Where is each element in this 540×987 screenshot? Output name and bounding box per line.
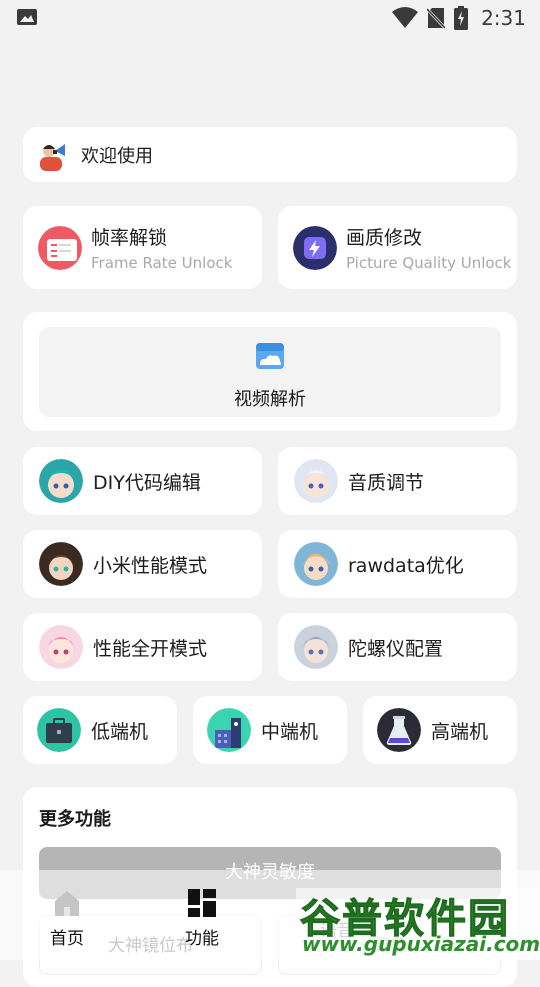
mid-range-card[interactable]: 中端机 bbox=[193, 696, 347, 764]
sound-quality-label: 音质调节 bbox=[348, 471, 425, 494]
watermark: 谷普软件园 www.gupuxiazai.com bbox=[296, 888, 540, 960]
rawdata-optimize-label: rawdata优化 bbox=[348, 554, 464, 577]
anime-avatar-silver-hair-icon bbox=[294, 625, 338, 669]
frame-rate-icon bbox=[38, 225, 82, 270]
picture-quality-card[interactable]: 画质修改 Picture Quality Unlock bbox=[278, 206, 517, 289]
rawdata-optimize-card[interactable]: rawdata优化 bbox=[278, 530, 517, 598]
welcome-label: 欢迎使用 bbox=[81, 145, 153, 167]
low-end-card[interactable]: 低端机 bbox=[23, 696, 177, 764]
battery-charging-icon bbox=[454, 6, 469, 30]
video-parse-button[interactable]: 视频解析 bbox=[39, 327, 501, 417]
welcome-card[interactable]: 欢迎使用 bbox=[23, 127, 517, 182]
diy-code-edit-card[interactable]: DIY代码编辑 bbox=[23, 447, 262, 515]
picture-quality-title: 画质修改 bbox=[346, 227, 423, 249]
more-features-title: 更多功能 bbox=[39, 809, 111, 830]
frame-rate-title: 帧率解锁 bbox=[91, 227, 168, 249]
diy-code-edit-label: DIY代码编辑 bbox=[93, 471, 201, 494]
xiaomi-performance-card[interactable]: 小米性能模式 bbox=[23, 530, 262, 598]
dashboard-icon bbox=[188, 889, 216, 917]
anime-avatar-brown-hair-icon bbox=[39, 542, 83, 586]
sound-quality-card[interactable]: 音质调节 bbox=[278, 447, 517, 515]
status-time: 2:31 bbox=[481, 6, 526, 30]
image-notification-icon bbox=[17, 9, 37, 25]
high-end-card[interactable]: 高端机 bbox=[363, 696, 517, 764]
picture-quality-subtitle: Picture Quality Unlock bbox=[346, 254, 512, 272]
watermark-url: www.gupuxiazai.com bbox=[302, 932, 540, 956]
gyroscope-config-card[interactable]: 陀螺仪配置 bbox=[278, 613, 517, 681]
no-sim-icon bbox=[427, 7, 446, 29]
wifi-icon bbox=[392, 7, 419, 28]
anime-avatar-pink-hair-icon bbox=[39, 625, 83, 669]
status-bar: 2:31 bbox=[0, 0, 540, 36]
picture-quality-icon bbox=[293, 225, 337, 270]
building-icon bbox=[207, 708, 251, 752]
frame-rate-subtitle: Frame Rate Unlock bbox=[91, 254, 233, 272]
xiaomi-performance-label: 小米性能模式 bbox=[93, 554, 208, 577]
anime-avatar-white-hair-icon bbox=[294, 459, 338, 503]
video-parse-card: 视频解析 bbox=[23, 312, 517, 431]
anime-avatar-blonde-icon bbox=[294, 542, 338, 586]
gyroscope-config-label: 陀螺仪配置 bbox=[348, 637, 444, 660]
welcome-megaphone-icon bbox=[40, 143, 65, 171]
briefcase-icon bbox=[37, 708, 81, 752]
full-performance-card[interactable]: 性能全开模式 bbox=[23, 613, 262, 681]
high-end-label: 高端机 bbox=[431, 720, 489, 743]
full-performance-label: 性能全开模式 bbox=[93, 637, 208, 660]
mid-range-label: 中端机 bbox=[261, 720, 319, 743]
nav-home[interactable]: 首页 bbox=[32, 888, 102, 949]
flask-icon bbox=[377, 708, 421, 752]
nav-home-label: 首页 bbox=[50, 929, 84, 949]
home-icon bbox=[55, 891, 79, 916]
nav-features[interactable]: 功能 bbox=[167, 888, 237, 949]
cloud-image-icon bbox=[256, 343, 284, 369]
video-parse-label: 视频解析 bbox=[234, 389, 306, 410]
frame-rate-unlock-card[interactable]: 帧率解锁 Frame Rate Unlock bbox=[23, 206, 262, 289]
low-end-label: 低端机 bbox=[91, 720, 149, 743]
anime-avatar-teal-icon bbox=[39, 459, 83, 503]
nav-features-label: 功能 bbox=[185, 929, 219, 949]
